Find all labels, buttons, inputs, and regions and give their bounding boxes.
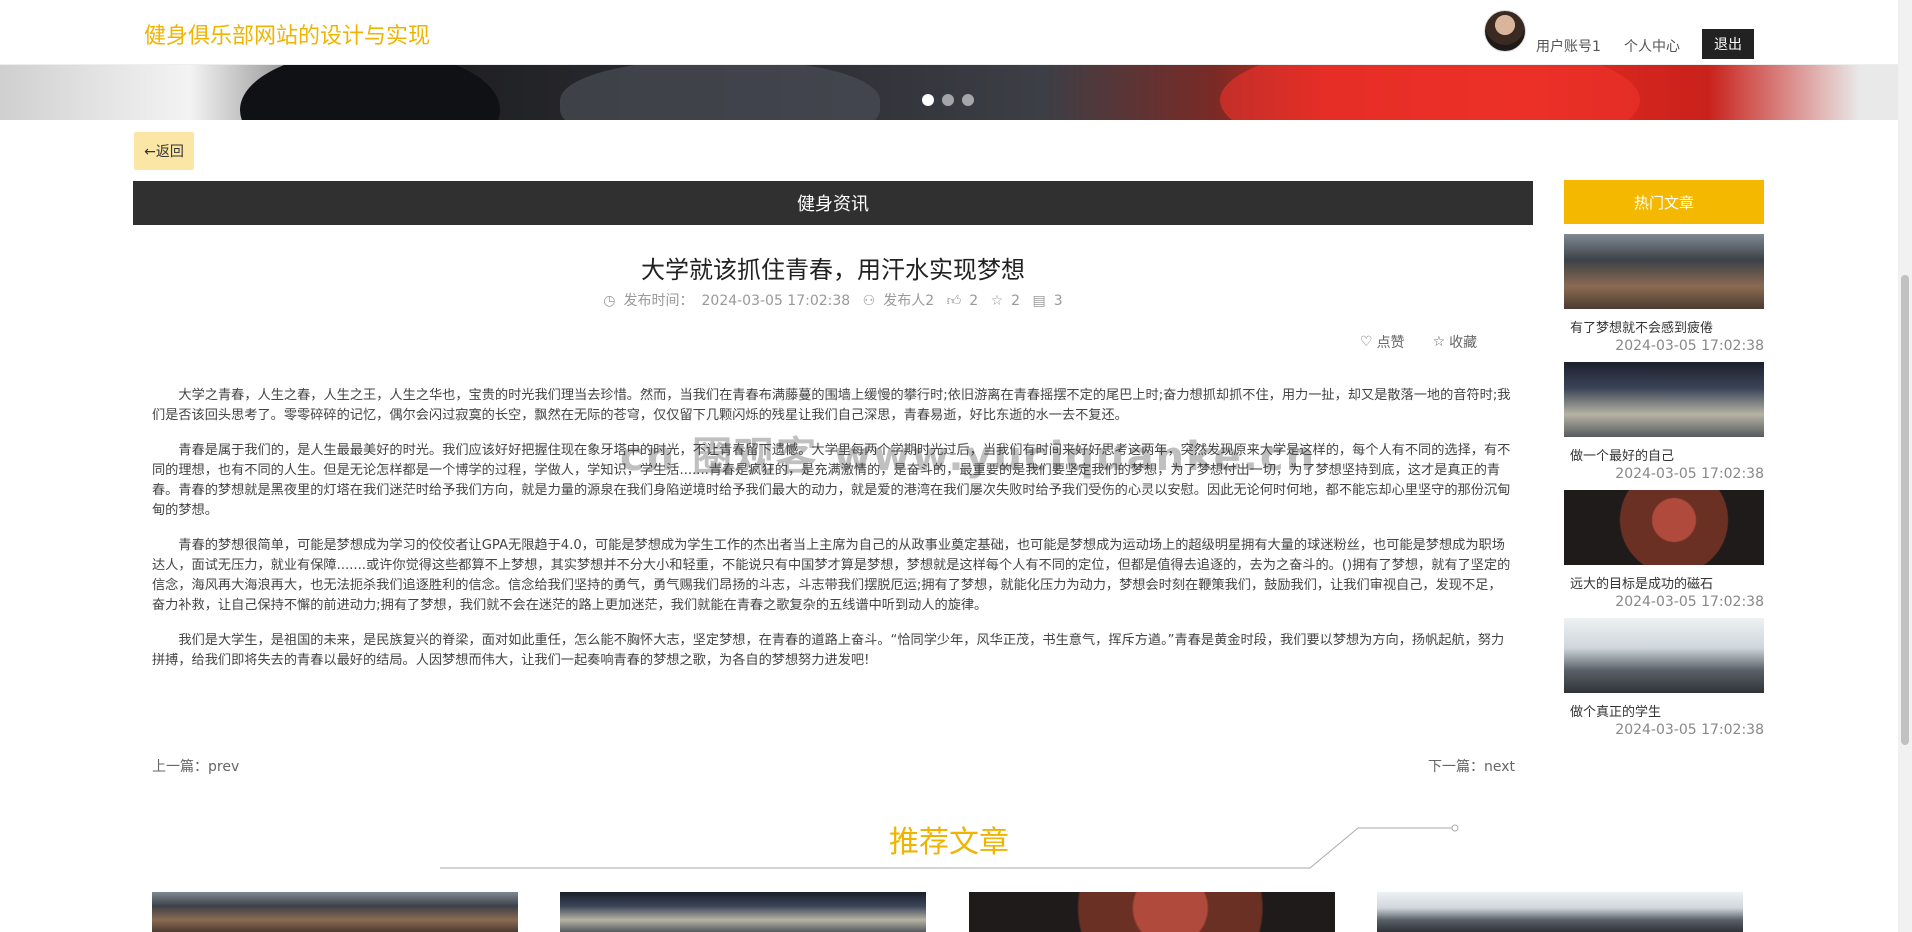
personal-center-link[interactable]: 个人中心 [1624, 36, 1680, 56]
hot-article-image[interactable] [1564, 362, 1764, 437]
carousel-dot[interactable] [922, 94, 934, 106]
hot-article-item[interactable]: 做一个最好的自己 2024-03-05 17:02:38 [1564, 362, 1764, 482]
like-label: 点赞 [1376, 335, 1405, 351]
favorite-count: 2 [1011, 293, 1021, 309]
hot-article-image[interactable] [1564, 618, 1764, 693]
hot-article-item[interactable]: 有了梦想就不会感到疲倦 2024-03-05 17:02:38 [1564, 234, 1764, 354]
heart-icon: ♡ [1360, 334, 1373, 350]
section-title-bar: 健身资讯 [133, 181, 1533, 225]
recommended-divider [440, 824, 1459, 869]
hot-article-item[interactable]: 做个真正的学生 2024-03-05 17:02:38 [1564, 618, 1764, 738]
hot-article-title[interactable]: 远大的目标是成功的磁石 [1564, 573, 1764, 592]
next-label: 下一篇： [1428, 759, 1484, 775]
comment-count: 3 [1053, 293, 1063, 309]
prev-label: 上一篇： [152, 759, 208, 775]
star-icon: ☆ [990, 293, 1004, 309]
carousel-dot[interactable] [942, 94, 954, 106]
page-scrollbar[interactable] [1898, 0, 1912, 932]
publisher: 发布人2 [883, 293, 935, 309]
article-meta: ◷ 发布时间： 2024-03-05 17:02:38 ⚇ 发布人2 👍︎ 2 ☆ 2 ▤… [133, 290, 1533, 310]
recommended-article-card[interactable] [969, 892, 1335, 932]
like-button[interactable]: ♡ 点赞 [1360, 332, 1405, 352]
hot-article-image[interactable] [1564, 234, 1764, 309]
recommended-article-card[interactable] [560, 892, 926, 932]
article-paragraph: 大学之青春，人生之春，人生之王，人生之华也，宝贵的时光我们理当去珍惜。然而，当我… [152, 388, 1511, 423]
recommended-article-card[interactable] [1377, 892, 1743, 932]
article-paragraph: 青春的梦想很简单，可能是梦想成为学习的佼佼者让GPA无限趋于4.0，可能是梦想成… [152, 538, 1511, 613]
hot-article-title[interactable]: 做一个最好的自己 [1564, 445, 1764, 464]
hot-article-time: 2024-03-05 17:02:38 [1615, 722, 1764, 738]
clock-icon: ◷ [603, 293, 616, 309]
hot-article-image[interactable] [1564, 490, 1764, 565]
article-paragraph: 我们是大学生，是祖国的未来，是民族复兴的脊梁，面对如此重任，怎么能不胸怀大志，坚… [152, 633, 1505, 668]
prev-value: prev [208, 759, 240, 775]
user-icon: ⚇ [862, 293, 876, 309]
comment-icon: ▤ [1032, 293, 1046, 309]
carousel-dots [922, 94, 974, 106]
next-article-link[interactable]: 下一篇：next [1428, 756, 1515, 776]
hot-article-time: 2024-03-05 17:02:38 [1615, 594, 1764, 610]
site-title[interactable]: 健身俱乐部网站的设计与实现 [144, 18, 430, 50]
carousel-dot[interactable] [962, 94, 974, 106]
next-value: next [1484, 759, 1516, 775]
recommended-article-card[interactable] [152, 892, 518, 932]
logout-button[interactable]: 退出 [1702, 29, 1754, 59]
avatar[interactable] [1484, 10, 1526, 52]
star-icon: ☆ [1432, 334, 1446, 350]
publish-label: 发布时间： [623, 293, 694, 309]
scrollbar-thumb[interactable] [1901, 275, 1909, 745]
thumb-up-icon: 👍︎ [946, 293, 962, 309]
article-actions: ♡ 点赞 ☆ 收藏 [1360, 332, 1477, 352]
hot-article-title[interactable]: 做个真正的学生 [1564, 701, 1764, 720]
favorite-button[interactable]: ☆ 收藏 [1433, 332, 1478, 352]
prev-article-link[interactable]: 上一篇：prev [152, 756, 239, 776]
article-title: 大学就该抓住青春，用汗水实现梦想 [641, 256, 1025, 284]
watermark: cn 圈观客 www.yuciquanke.cn [620, 434, 1317, 480]
user-account-link[interactable]: 用户账号1 [1536, 36, 1601, 56]
hot-article-item[interactable]: 远大的目标是成功的磁石 2024-03-05 17:02:38 [1564, 490, 1764, 610]
back-button[interactable]: ←返回 [134, 132, 194, 170]
hot-article-time: 2024-03-05 17:02:38 [1615, 466, 1764, 482]
like-count: 2 [969, 293, 979, 309]
hot-article-title[interactable]: 有了梦想就不会感到疲倦 [1564, 317, 1764, 336]
hot-articles-header: 热门文章 [1564, 180, 1764, 224]
favorite-label: 收藏 [1449, 335, 1478, 351]
top-header: 健身俱乐部网站的设计与实现 用户账号1 个人中心 退出 [0, 0, 1898, 65]
publish-time: 2024-03-05 17:02:38 [701, 293, 851, 309]
banner-shape [560, 60, 880, 120]
hot-article-time: 2024-03-05 17:02:38 [1615, 338, 1764, 354]
